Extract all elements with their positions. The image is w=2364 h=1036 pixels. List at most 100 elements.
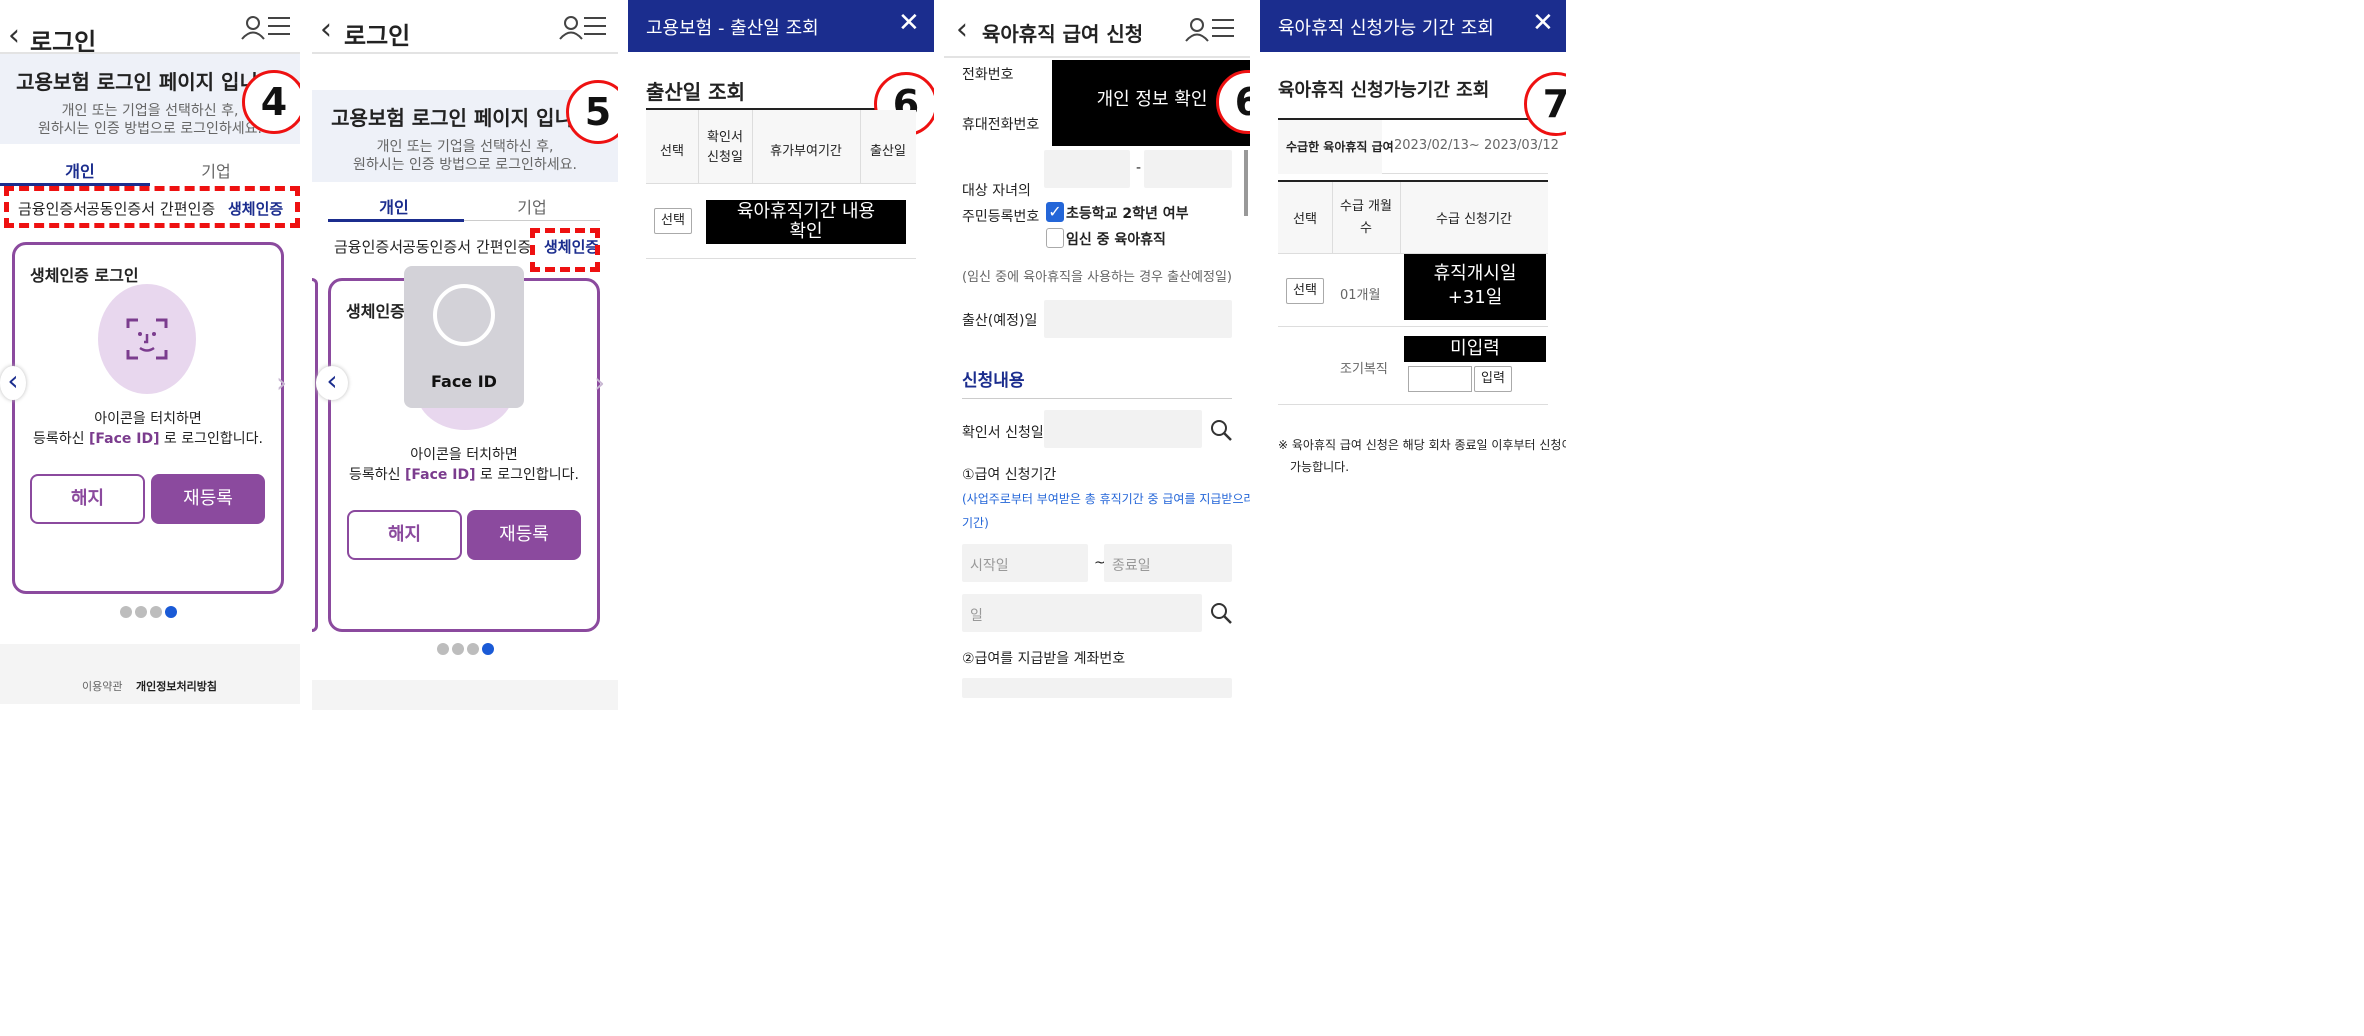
faceid-label: Face ID xyxy=(431,372,497,391)
pregnant-note: (임신 중에 육아휴직을 사용하는 경우 출산예정일) xyxy=(962,270,1233,285)
months-value: 01개월 xyxy=(1340,288,1381,303)
early-return-input[interactable] xyxy=(1408,366,1472,392)
method-fin-cert[interactable]: 금융인증서 xyxy=(18,198,87,219)
tab-corporate[interactable]: 기업 xyxy=(482,194,582,218)
panel-birth-date: 고용보험 - 출산일 조회 ✕ 출산일 조회 6 선택 확인서 신청일 휴가부여… xyxy=(628,0,934,1036)
method-joint-cert[interactable]: 공동인증서 xyxy=(86,198,155,219)
method-simple-auth[interactable]: 간편인증 xyxy=(476,236,531,257)
account-label: ②급여를 지급받을 계좌번호 xyxy=(962,651,1126,667)
banner-sub: 원하시는 인증 방법으로 로그인하세요. xyxy=(353,157,577,173)
prev-arrow-icon[interactable]: ‹ xyxy=(0,366,26,400)
prev-arrow-icon[interactable]: ‹ xyxy=(316,366,348,400)
next-arrow-icon[interactable]: › xyxy=(276,366,287,399)
popup-title: 육아휴직 신청가능 기간 조회 xyxy=(1278,18,1494,39)
menu-icon[interactable] xyxy=(1212,18,1234,38)
section-title: 육아휴직 신청가능기간 조회 xyxy=(1278,80,1490,101)
reregister-button[interactable]: 재등록 xyxy=(151,474,265,524)
back-icon[interactable]: ‹ xyxy=(8,18,20,53)
close-icon[interactable]: ✕ xyxy=(898,8,920,38)
panel-childcare-apply: ‹ 육아휴직 급여 신청 전화번호 휴대전화번호 개인 정보 확인 6 - 대상… xyxy=(944,0,1250,1036)
period-title: ①급여 신청기간 xyxy=(962,467,1057,483)
panel-available-period: 육아휴직 신청가능 기간 조회 ✕ 육아휴직 신청가능기간 조회 7 수급한 육… xyxy=(1260,0,1566,1036)
section-title: 출산일 조회 xyxy=(646,80,745,104)
col-select: 선택 xyxy=(1293,212,1317,227)
confirm-date-input[interactable] xyxy=(1044,410,1202,448)
days-input[interactable] xyxy=(962,594,1202,632)
notice-text: ※ 육아휴직 급여 신청은 해당 회차 종료일 이후부터 신청이 xyxy=(1278,438,1566,452)
search-icon[interactable] xyxy=(1209,601,1233,625)
received-label: 수급한 육아휴직 급여 xyxy=(1286,140,1394,154)
method-fin-cert[interactable]: 금융인증서 xyxy=(334,236,403,257)
col-birth-date: 출산일 xyxy=(870,144,906,159)
face-scan-icon[interactable] xyxy=(126,316,168,362)
footer xyxy=(0,644,300,704)
checkbox-grade2[interactable]: ✓ xyxy=(1046,202,1064,222)
user-icon[interactable] xyxy=(240,14,266,40)
early-return-label: 조기복직 xyxy=(1340,362,1388,377)
received-value: 2023/02/13~ 2023/03/12 xyxy=(1394,138,1559,153)
col-confirm-date: 확인서 신청일 xyxy=(707,130,743,165)
tab-personal[interactable]: 개인 xyxy=(30,158,130,182)
next-arrow-icon[interactable]: › xyxy=(594,366,605,399)
user-icon[interactable] xyxy=(1184,16,1210,42)
col-months: 수급 개월 수 xyxy=(1340,199,1392,236)
reregister-button[interactable]: 재등록 xyxy=(467,510,581,560)
enter-button[interactable]: 입력 xyxy=(1474,366,1512,392)
confirm-date-label: 확인서 신청일 xyxy=(962,425,1044,441)
footer xyxy=(312,680,618,710)
resident-no-front[interactable] xyxy=(1044,150,1130,188)
days-placeholder: 일 xyxy=(970,608,983,624)
back-icon[interactable]: ‹ xyxy=(956,12,968,47)
checkbox-grade2-label: 초등학교 2학년 여부 xyxy=(1066,206,1189,222)
footer-terms[interactable]: 이용약관 xyxy=(82,678,122,694)
start-date-placeholder: 시작일 xyxy=(970,558,1009,574)
method-joint-cert[interactable]: 공동인증서 xyxy=(402,236,471,257)
desc-text: 아이콘을 터치하면 xyxy=(94,411,202,427)
method-simple-auth[interactable]: 간편인증 xyxy=(160,198,215,219)
close-icon[interactable]: ✕ xyxy=(1532,8,1554,38)
faceid-ring-icon xyxy=(433,284,495,346)
user-icon[interactable] xyxy=(558,14,584,40)
page-title: 육아휴직 급여 신청 xyxy=(982,22,1144,46)
section-title: 신청내용 xyxy=(962,371,1025,391)
end-date-placeholder: 종료일 xyxy=(1112,558,1151,574)
footer-privacy[interactable]: 개인정보처리방침 xyxy=(136,678,217,694)
page-title: 로그인 xyxy=(344,22,411,50)
tab-corporate[interactable]: 기업 xyxy=(166,158,266,182)
search-icon[interactable] xyxy=(1209,418,1233,442)
method-biometric[interactable]: 생체인증 xyxy=(228,198,283,219)
account-input[interactable] xyxy=(962,678,1232,698)
birth-date-input[interactable] xyxy=(1044,300,1232,338)
select-button[interactable]: 선택 xyxy=(1286,278,1324,304)
carousel-dot-active[interactable] xyxy=(165,606,177,618)
step-marker: 4 xyxy=(242,70,300,134)
menu-icon[interactable] xyxy=(584,16,606,36)
cancel-button[interactable]: 해지 xyxy=(347,510,462,560)
resident-no-back[interactable] xyxy=(1144,150,1232,188)
birth-label: 출산(예정)일 xyxy=(962,313,1038,329)
phone-label: 전화번호 xyxy=(962,67,1014,83)
banner-sub: 개인 또는 기업을 선택하신 후, xyxy=(376,139,554,155)
cancel-button[interactable]: 해지 xyxy=(30,474,145,524)
col-select: 선택 xyxy=(660,144,684,159)
period-note: 기간) xyxy=(962,516,989,530)
child-label: 주민등록번호 xyxy=(962,209,1040,225)
annotation-box: 휴직개시일 +31일 xyxy=(1404,254,1546,320)
popup-title: 고용보험 - 출산일 조회 xyxy=(646,18,819,39)
checkbox-pregnant[interactable] xyxy=(1046,228,1064,248)
desc-text: 등록하신 [Face ID] 로 로그인합니다. xyxy=(349,467,579,483)
select-button[interactable]: 선택 xyxy=(654,208,692,234)
scrollbar[interactable] xyxy=(1244,150,1248,216)
back-icon[interactable]: ‹ xyxy=(320,12,332,47)
carousel-dot-active[interactable] xyxy=(482,643,494,655)
tab-personal[interactable]: 개인 xyxy=(344,194,444,218)
panel-login-step5: ‹ 로그인 고용보험 로그인 페이지 입니다. 개인 또는 기업을 선택하신 후… xyxy=(312,0,618,1036)
dash-separator: - xyxy=(1136,160,1142,176)
menu-icon[interactable] xyxy=(268,16,290,36)
col-leave-period: 휴가부여기간 xyxy=(770,144,842,159)
highlight-biometric xyxy=(530,228,600,272)
notice-text: 가능합니다. xyxy=(1290,460,1350,474)
panel-login-step4: ‹ 로그인 고용보험 로그인 페이지 입니다. 개인 또는 기업을 선택하신 후… xyxy=(0,0,300,1036)
period-note: (사업주로부터 부여받은 총 휴직기간 중 급여를 지급받으려는 xyxy=(962,492,1250,506)
card-title: 생체인증 로그인 xyxy=(30,266,139,285)
